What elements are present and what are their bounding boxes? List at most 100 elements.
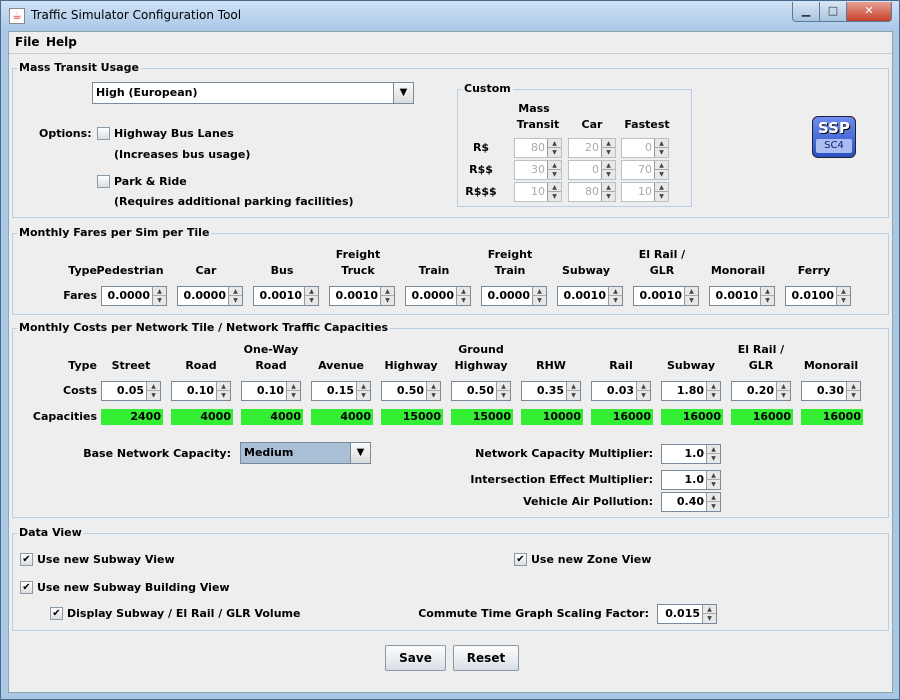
reset-button[interactable]: Reset xyxy=(453,645,519,671)
cost-spinner[interactable]: 0.50 ▲ ▼ xyxy=(381,381,441,401)
spinner-down-icon[interactable]: ▼ xyxy=(654,192,668,201)
fare-spinner[interactable]: 0.0010 ▲ ▼ xyxy=(557,286,623,306)
spinner-down-icon[interactable]: ▼ xyxy=(608,296,622,305)
spinner-down-icon[interactable]: ▼ xyxy=(706,454,720,463)
cost-spinner[interactable]: 1.80 ▲ ▼ xyxy=(661,381,721,401)
cost-spinner[interactable]: 0.05 ▲ ▼ xyxy=(101,381,161,401)
spinner-up-icon[interactable]: ▲ xyxy=(356,382,370,391)
menu-file[interactable]: File xyxy=(15,35,40,49)
spinner-up-icon[interactable]: ▲ xyxy=(706,471,720,480)
mass-transit-select[interactable]: High (European) ▼ xyxy=(92,82,414,104)
fare-spinner[interactable]: 0.0010 ▲ ▼ xyxy=(709,286,775,306)
spinner-up-icon[interactable]: ▲ xyxy=(496,382,510,391)
spinner-down-icon[interactable]: ▼ xyxy=(216,391,230,400)
spinner-up-icon[interactable]: ▲ xyxy=(547,161,561,170)
spinner-up-icon[interactable]: ▲ xyxy=(636,382,650,391)
spinner-up-icon[interactable]: ▲ xyxy=(456,287,470,296)
fare-spinner[interactable]: 0.0010 ▲ ▼ xyxy=(329,286,395,306)
spinner-up-icon[interactable]: ▲ xyxy=(601,161,615,170)
park-ride-checkbox[interactable] xyxy=(97,175,110,188)
chevron-down-icon[interactable]: ▼ xyxy=(350,443,370,463)
spinner-down-icon[interactable]: ▼ xyxy=(547,170,561,179)
spinner-down-icon[interactable]: ▼ xyxy=(654,148,668,157)
spinner-up-icon[interactable]: ▲ xyxy=(846,382,860,391)
subway-view-checkbox[interactable]: ✔ xyxy=(20,553,33,566)
spinner-down-icon[interactable]: ▼ xyxy=(654,170,668,179)
custom-mass-spinner[interactable]: 80 ▲ ▼ xyxy=(514,138,562,158)
spinner-down-icon[interactable]: ▼ xyxy=(702,614,716,623)
spinner-down-icon[interactable]: ▼ xyxy=(456,296,470,305)
cost-spinner[interactable]: 0.30 ▲ ▼ xyxy=(801,381,861,401)
fare-spinner[interactable]: 0.0010 ▲ ▼ xyxy=(633,286,699,306)
spinner-down-icon[interactable]: ▼ xyxy=(532,296,546,305)
custom-fastest-spinner[interactable]: 70 ▲ ▼ xyxy=(621,160,669,180)
spinner-down-icon[interactable]: ▼ xyxy=(380,296,394,305)
spinner-up-icon[interactable]: ▲ xyxy=(836,287,850,296)
spinner-down-icon[interactable]: ▼ xyxy=(846,391,860,400)
spinner-down-icon[interactable]: ▼ xyxy=(760,296,774,305)
spinner-up-icon[interactable]: ▲ xyxy=(532,287,546,296)
spinner-down-icon[interactable]: ▼ xyxy=(601,170,615,179)
maximize-button[interactable]: □ xyxy=(819,2,847,22)
fare-spinner[interactable]: 0.0100 ▲ ▼ xyxy=(785,286,851,306)
display-volume-checkbox[interactable]: ✔ xyxy=(50,607,63,620)
custom-car-spinner[interactable]: 20 ▲ ▼ xyxy=(568,138,616,158)
spinner-down-icon[interactable]: ▼ xyxy=(706,480,720,489)
spinner-up-icon[interactable]: ▲ xyxy=(146,382,160,391)
spinner-up-icon[interactable]: ▲ xyxy=(547,183,561,192)
custom-car-spinner[interactable]: 80 ▲ ▼ xyxy=(568,182,616,202)
spinner-up-icon[interactable]: ▲ xyxy=(152,287,166,296)
spinner-down-icon[interactable]: ▼ xyxy=(601,192,615,201)
custom-mass-spinner[interactable]: 30 ▲ ▼ xyxy=(514,160,562,180)
spinner-down-icon[interactable]: ▼ xyxy=(706,391,720,400)
custom-fastest-spinner[interactable]: 0 ▲ ▼ xyxy=(621,138,669,158)
custom-fastest-spinner[interactable]: 10 ▲ ▼ xyxy=(621,182,669,202)
spinner-up-icon[interactable]: ▲ xyxy=(566,382,580,391)
spinner-up-icon[interactable]: ▲ xyxy=(286,382,300,391)
minimize-button[interactable]: ▁ xyxy=(792,2,820,22)
spinner-up-icon[interactable]: ▲ xyxy=(216,382,230,391)
cost-spinner[interactable]: 0.50 ▲ ▼ xyxy=(451,381,511,401)
spinner-down-icon[interactable]: ▼ xyxy=(496,391,510,400)
spinner-up-icon[interactable]: ▲ xyxy=(304,287,318,296)
cost-spinner[interactable]: 0.15 ▲ ▼ xyxy=(311,381,371,401)
scaling-factor-spinner[interactable]: 0.015 ▲ ▼ xyxy=(657,604,717,624)
spinner-up-icon[interactable]: ▲ xyxy=(608,287,622,296)
cost-spinner[interactable]: 0.35 ▲ ▼ xyxy=(521,381,581,401)
spinner-down-icon[interactable]: ▼ xyxy=(547,192,561,201)
spinner-down-icon[interactable]: ▼ xyxy=(228,296,242,305)
spinner-down-icon[interactable]: ▼ xyxy=(286,391,300,400)
highway-bus-lanes-checkbox[interactable] xyxy=(97,127,110,140)
spinner-up-icon[interactable]: ▲ xyxy=(684,287,698,296)
spinner-up-icon[interactable]: ▲ xyxy=(760,287,774,296)
spinner-up-icon[interactable]: ▲ xyxy=(547,139,561,148)
spinner-down-icon[interactable]: ▼ xyxy=(776,391,790,400)
fare-spinner[interactable]: 0.0000 ▲ ▼ xyxy=(405,286,471,306)
spinner-down-icon[interactable]: ▼ xyxy=(547,148,561,157)
spinner-up-icon[interactable]: ▲ xyxy=(426,382,440,391)
spinner-down-icon[interactable]: ▼ xyxy=(636,391,650,400)
spinner-up-icon[interactable]: ▲ xyxy=(380,287,394,296)
spinner-down-icon[interactable]: ▼ xyxy=(706,502,720,511)
base-capacity-select[interactable]: Medium ▼ xyxy=(240,442,371,464)
chevron-down-icon[interactable]: ▼ xyxy=(393,83,413,103)
spinner-up-icon[interactable]: ▲ xyxy=(654,139,668,148)
zone-view-checkbox[interactable]: ✔ xyxy=(514,553,527,566)
spinner-down-icon[interactable]: ▼ xyxy=(146,391,160,400)
spinner-up-icon[interactable]: ▲ xyxy=(702,605,716,614)
spinner-down-icon[interactable]: ▼ xyxy=(426,391,440,400)
spinner-down-icon[interactable]: ▼ xyxy=(684,296,698,305)
cost-spinner[interactable]: 0.20 ▲ ▼ xyxy=(731,381,791,401)
custom-car-spinner[interactable]: 0 ▲ ▼ xyxy=(568,160,616,180)
spinner-up-icon[interactable]: ▲ xyxy=(601,183,615,192)
fare-spinner[interactable]: 0.0010 ▲ ▼ xyxy=(253,286,319,306)
spinner-down-icon[interactable]: ▼ xyxy=(304,296,318,305)
spinner-up-icon[interactable]: ▲ xyxy=(706,382,720,391)
spinner-up-icon[interactable]: ▲ xyxy=(776,382,790,391)
cost-spinner[interactable]: 0.10 ▲ ▼ xyxy=(241,381,301,401)
spinner-down-icon[interactable]: ▼ xyxy=(356,391,370,400)
menu-help[interactable]: Help xyxy=(46,35,77,49)
save-button[interactable]: Save xyxy=(385,645,446,671)
spinner-up-icon[interactable]: ▲ xyxy=(706,445,720,454)
fare-spinner[interactable]: 0.0000 ▲ ▼ xyxy=(481,286,547,306)
